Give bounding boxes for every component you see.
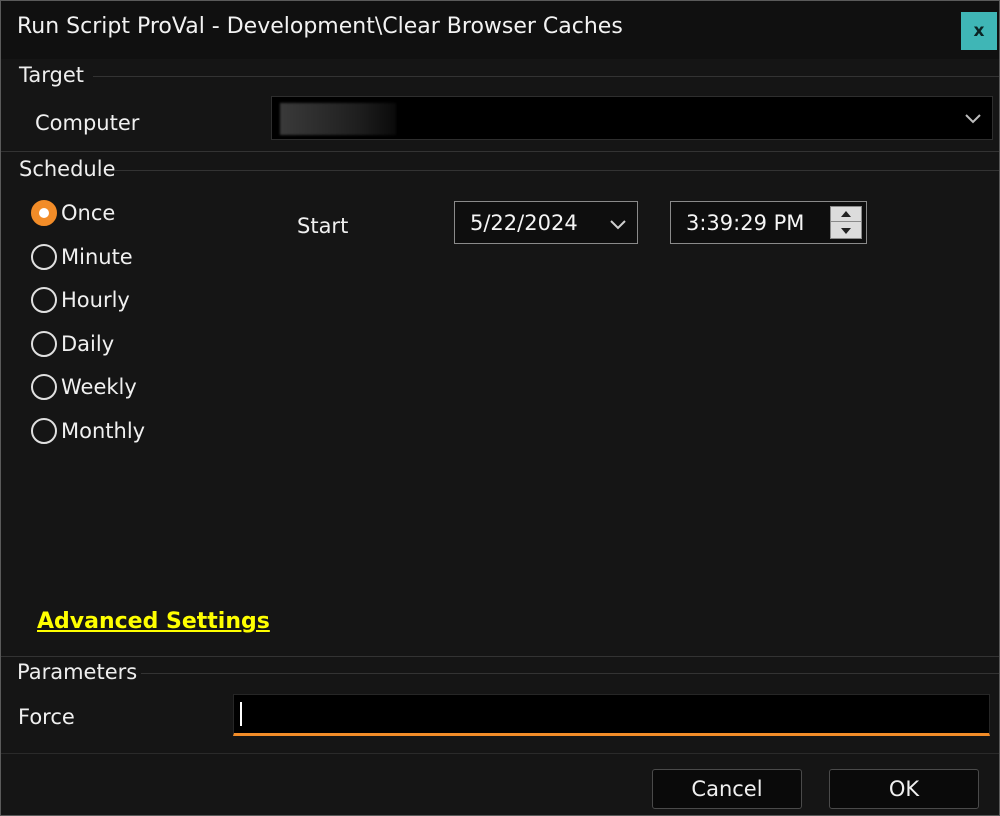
close-icon: x bbox=[973, 21, 985, 41]
computer-dropdown[interactable] bbox=[271, 96, 993, 140]
schedule-option-label: Daily bbox=[61, 332, 115, 356]
force-input[interactable] bbox=[233, 694, 990, 736]
radio-unchecked-icon[interactable] bbox=[31, 331, 57, 357]
schedule-option-label: Minute bbox=[61, 245, 133, 269]
spin-up-button[interactable] bbox=[831, 207, 861, 222]
computer-label: Computer bbox=[35, 111, 140, 135]
target-divider bbox=[93, 76, 999, 77]
advanced-settings-link[interactable]: Advanced Settings bbox=[37, 609, 270, 634]
parameters-top-divider bbox=[1, 656, 999, 657]
start-time-picker[interactable]: 3:39:29 PM bbox=[670, 201, 867, 244]
radio-unchecked-icon[interactable] bbox=[31, 418, 57, 444]
schedule-option-hourly[interactable]: Hourly bbox=[31, 285, 130, 315]
footer-divider bbox=[1, 753, 999, 754]
chevron-down-icon bbox=[965, 114, 981, 124]
radio-unchecked-icon[interactable] bbox=[31, 374, 57, 400]
run-script-dialog: Run Script ProVal - Development\Clear Br… bbox=[0, 0, 1000, 816]
start-date-value: 5/22/2024 bbox=[470, 211, 578, 235]
time-spinner bbox=[830, 206, 862, 239]
schedule-option-label: Hourly bbox=[61, 288, 130, 312]
chevron-down-icon[interactable] bbox=[609, 215, 627, 233]
schedule-option-weekly[interactable]: Weekly bbox=[31, 372, 137, 402]
target-section-label: Target bbox=[19, 63, 84, 87]
start-date-picker[interactable]: 5/22/2024 bbox=[454, 201, 638, 244]
start-label: Start bbox=[297, 214, 349, 238]
ok-button[interactable]: OK bbox=[829, 769, 979, 809]
parameters-section-label: Parameters bbox=[17, 660, 138, 684]
cancel-button[interactable]: Cancel bbox=[652, 769, 802, 809]
radio-unchecked-icon[interactable] bbox=[31, 287, 57, 313]
redacted-computer-name bbox=[280, 103, 396, 135]
start-time-value: 3:39:29 PM bbox=[686, 211, 805, 235]
triangle-up-icon bbox=[841, 211, 851, 217]
schedule-option-minute[interactable]: Minute bbox=[31, 242, 133, 272]
radio-checked-icon[interactable] bbox=[31, 200, 57, 226]
dialog-title: Run Script ProVal - Development\Clear Br… bbox=[17, 14, 623, 39]
schedule-option-daily[interactable]: Daily bbox=[31, 329, 114, 359]
schedule-option-monthly[interactable]: Monthly bbox=[31, 416, 145, 446]
title-bar: Run Script ProVal - Development\Clear Br… bbox=[1, 1, 999, 59]
schedule-option-once[interactable]: Once bbox=[31, 198, 115, 228]
schedule-top-divider bbox=[1, 151, 999, 152]
triangle-down-icon bbox=[841, 227, 851, 234]
spin-down-button[interactable] bbox=[831, 223, 861, 238]
schedule-divider bbox=[115, 170, 999, 171]
close-button[interactable]: x bbox=[961, 12, 997, 50]
force-label: Force bbox=[18, 705, 75, 729]
schedule-option-label: Weekly bbox=[61, 375, 137, 399]
radio-unchecked-icon[interactable] bbox=[31, 244, 57, 270]
schedule-option-label: Monthly bbox=[61, 419, 146, 443]
schedule-section-label: Schedule bbox=[19, 157, 116, 181]
schedule-option-label: Once bbox=[61, 201, 116, 225]
text-caret bbox=[240, 702, 242, 726]
parameters-divider bbox=[141, 673, 999, 674]
